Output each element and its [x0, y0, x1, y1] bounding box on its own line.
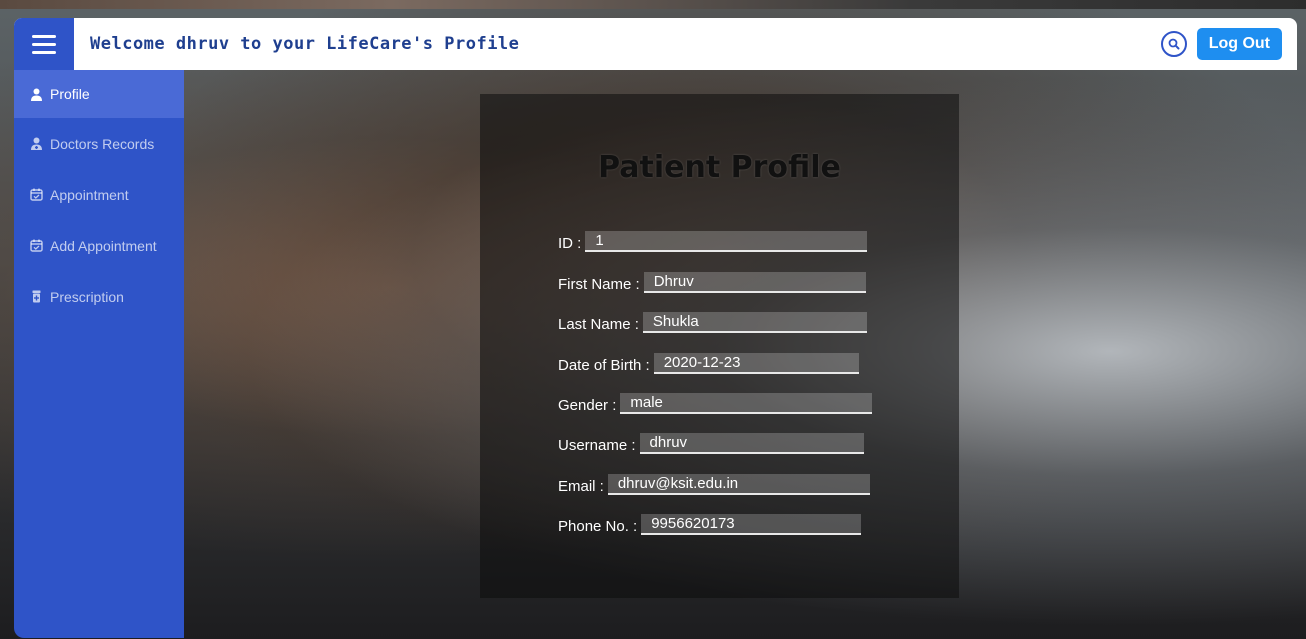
logout-button[interactable]: Log Out: [1196, 28, 1282, 60]
sidebar-item-appointment[interactable]: Appointment: [14, 169, 184, 220]
date-of-birth-field[interactable]: 2020-12-23: [653, 353, 859, 374]
menu-bar: [32, 50, 56, 54]
profile-row-phone: Phone No. : 9956620173: [558, 511, 862, 535]
sidebar-item-prescription[interactable]: Prescription: [14, 271, 184, 322]
doctor-icon: [31, 137, 42, 150]
field-label: Date of Birth :: [558, 357, 650, 374]
hamburger-menu-button[interactable]: [14, 18, 74, 70]
sidebar-item-profile[interactable]: Profile: [14, 70, 184, 118]
last-name-field[interactable]: Shukla: [642, 312, 867, 333]
email-field[interactable]: dhruv@ksit.edu.in: [607, 474, 870, 495]
user-icon: [31, 88, 42, 101]
sidebar-item-doctors-records[interactable]: Doctors Records: [14, 118, 184, 169]
sidebar-item-label: Appointment: [50, 186, 129, 203]
field-label: Phone No. :: [558, 518, 638, 535]
menu-bar: [32, 42, 56, 46]
profile-row-username: Username : dhruv: [558, 430, 864, 454]
header-actions: Log Out: [1160, 28, 1282, 60]
sidebar-item-label: Prescription: [50, 288, 124, 305]
patient-profile-card: Patient Profile ID : 1 First Name : Dhru…: [480, 94, 959, 598]
profile-row-id: ID : 1: [558, 228, 868, 252]
sidebar-item-label: Doctors Records: [50, 135, 155, 152]
field-label: Gender :: [558, 397, 617, 414]
id-field[interactable]: 1: [585, 231, 868, 252]
profile-row-last-name: Last Name : Shukla: [558, 309, 867, 333]
field-label: Email :: [558, 478, 604, 495]
calendar-check-icon: [30, 239, 43, 252]
prescription-bottle-icon: [32, 290, 41, 303]
phone-field[interactable]: 9956620173: [641, 514, 862, 535]
profile-row-first-name: First Name : Dhruv: [558, 269, 866, 293]
page-title: Welcome dhruv to your LifeCare's Profile: [90, 34, 520, 54]
profile-row-email: Email : dhruv@ksit.edu.in: [558, 471, 870, 495]
sidebar-item-label: Add Appointment: [50, 237, 157, 254]
profile-row-gender: Gender : male: [558, 390, 873, 414]
sidebar-item-label: Profile: [50, 86, 90, 102]
background-top-edge: [0, 0, 1306, 9]
search-icon: [1168, 38, 1180, 50]
first-name-field[interactable]: Dhruv: [643, 272, 866, 293]
top-header: Welcome dhruv to your LifeCare's Profile…: [14, 18, 1297, 70]
field-label: Last Name :: [558, 316, 639, 333]
field-label: ID :: [558, 235, 582, 252]
gender-field[interactable]: male: [620, 393, 873, 414]
field-label: First Name :: [558, 276, 640, 293]
menu-bar: [32, 34, 56, 38]
field-label: Username :: [558, 437, 636, 454]
sidebar-item-add-appointment[interactable]: Add Appointment: [14, 220, 184, 271]
profile-title: Patient Profile: [598, 150, 841, 185]
profile-row-date-of-birth: Date of Birth : 2020-12-23: [558, 350, 859, 374]
search-button[interactable]: [1160, 31, 1187, 57]
username-field[interactable]: dhruv: [639, 433, 864, 454]
sidebar: Profile Doctors Records Appointment Add …: [14, 70, 184, 638]
calendar-check-icon: [30, 188, 43, 201]
